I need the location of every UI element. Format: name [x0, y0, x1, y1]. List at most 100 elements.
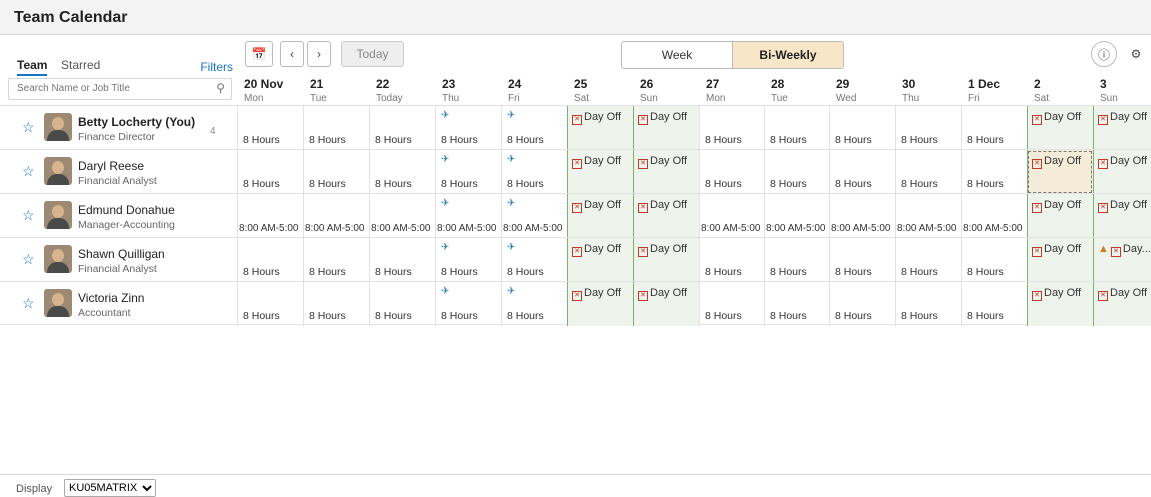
schedule-cell[interactable]: ✕ Day Off	[633, 150, 699, 194]
schedule-cell[interactable]: 8:00 AM-5:00	[369, 194, 435, 238]
schedule-cell[interactable]: ✈ 8 Hours	[501, 282, 567, 326]
schedule-cell[interactable]: ✕ Day Off	[567, 238, 633, 282]
employee-info[interactable]: ☆ Daryl Reese Financial Analyst	[0, 150, 237, 194]
star-icon[interactable]: ☆	[22, 163, 35, 180]
schedule-cell[interactable]: ✈ 8 Hours	[501, 106, 567, 150]
filters-link[interactable]: Filters	[200, 60, 233, 74]
employee-info[interactable]: ☆ Betty Locherty (You) Finance Director 4	[0, 106, 237, 150]
settings-button[interactable]: ⚙	[1123, 41, 1149, 67]
employee-info[interactable]: ☆ Edmund Donahue Manager-Accounting	[0, 194, 237, 238]
schedule-cell[interactable]: ✈ 8 Hours	[501, 150, 567, 194]
next-button[interactable]: ›	[307, 41, 331, 67]
info-button[interactable]: ⓘ	[1091, 41, 1117, 67]
schedule-cell[interactable]: 8 Hours	[699, 282, 764, 326]
schedule-cell[interactable]: 8 Hours	[369, 150, 435, 194]
schedule-cell[interactable]: ✈ 8:00 AM-5:00	[501, 194, 567, 238]
schedule-cell[interactable]: 8 Hours	[303, 238, 369, 282]
week-view-button[interactable]: Week	[622, 42, 733, 68]
schedule-cell[interactable]: 8 Hours	[237, 106, 303, 150]
schedule-cell[interactable]: 8 Hours	[764, 150, 829, 194]
schedule-cell[interactable]: 8 Hours	[961, 150, 1027, 194]
schedule-cell[interactable]: ✕ Day Off	[1027, 106, 1093, 150]
schedule-cell[interactable]: ✕ Day Off	[1093, 150, 1151, 194]
schedule-cell[interactable]: 8 Hours	[764, 282, 829, 326]
schedule-cell[interactable]: 8:00 AM-5:00	[303, 194, 369, 238]
schedule-cell[interactable]: 8 Hours	[895, 282, 961, 326]
schedule-cell[interactable]: 8 Hours	[961, 282, 1027, 326]
schedule-cell[interactable]: 8 Hours	[303, 282, 369, 326]
star-icon[interactable]: ☆	[22, 119, 35, 136]
schedule-cell[interactable]: ✕ Day Off	[1027, 282, 1093, 326]
employee-name[interactable]: Betty Locherty (You)	[78, 115, 195, 129]
schedule-cell[interactable]: 8 Hours	[764, 238, 829, 282]
display-select[interactable]: KU05MATRIX	[64, 479, 156, 497]
schedule-cell[interactable]: 8 Hours	[764, 106, 829, 150]
employee-info[interactable]: ☆ Shawn Quilligan Financial Analyst	[0, 238, 237, 282]
schedule-cell[interactable]: ✕ Day Off	[567, 150, 633, 194]
schedule-cell[interactable]: 8 Hours	[699, 106, 764, 150]
employee-name[interactable]: Victoria Zinn	[78, 291, 144, 305]
schedule-cell[interactable]: 8 Hours	[369, 106, 435, 150]
schedule-cell[interactable]: ✈ 8 Hours	[435, 282, 501, 326]
schedule-cell[interactable]: 8 Hours	[237, 282, 303, 326]
employee-info[interactable]: ☆ Victoria Zinn Accountant	[0, 282, 237, 326]
schedule-cell[interactable]: ✈ 8 Hours	[435, 106, 501, 150]
star-icon[interactable]: ☆	[22, 251, 35, 268]
schedule-cell[interactable]: ✕ Day Off	[1093, 282, 1151, 326]
schedule-cell[interactable]: ✕ Day Off	[1093, 106, 1151, 150]
schedule-cell[interactable]: ✕ Day Off	[1027, 150, 1093, 194]
schedule-cell[interactable]: ✕ Day Off	[567, 194, 633, 238]
schedule-cell[interactable]: 8:00 AM-5:00	[961, 194, 1027, 238]
star-icon[interactable]: ☆	[22, 207, 35, 224]
schedule-cell[interactable]: 8:00 AM-5:00	[699, 194, 764, 238]
schedule-cell[interactable]: 8:00 AM-5:00	[829, 194, 895, 238]
schedule-cell[interactable]: 8 Hours	[829, 106, 895, 150]
employee-name[interactable]: Edmund Donahue	[78, 203, 175, 217]
schedule-cell[interactable]: ✈ 8:00 AM-5:00	[435, 194, 501, 238]
schedule-cell[interactable]: 8 Hours	[369, 282, 435, 326]
schedule-cell[interactable]: 8 Hours	[829, 238, 895, 282]
schedule-cell[interactable]: ✕ Day Off	[567, 282, 633, 326]
schedule-cell[interactable]: 8 Hours	[895, 106, 961, 150]
schedule-cell[interactable]: ✕ Day Off	[633, 106, 699, 150]
schedule-cell[interactable]: ✕ Day Off	[1027, 194, 1093, 238]
schedule-cell[interactable]: 8 Hours	[237, 238, 303, 282]
schedule-cell[interactable]: 8 Hours	[699, 150, 764, 194]
employee-name[interactable]: Daryl Reese	[78, 159, 144, 173]
schedule-cell[interactable]: 8:00 AM-5:00	[895, 194, 961, 238]
schedule-cell[interactable]: ✕ Day Off	[633, 194, 699, 238]
schedule-cell[interactable]: ✈ 8 Hours	[435, 150, 501, 194]
schedule-cell[interactable]: 8 Hours	[829, 282, 895, 326]
schedule-cell[interactable]: ▲ ✕ Day...	[1093, 238, 1151, 282]
schedule-cell[interactable]: 8 Hours	[961, 238, 1027, 282]
schedule-cell[interactable]: 8 Hours	[369, 238, 435, 282]
previous-button[interactable]: ‹	[280, 41, 304, 67]
schedule-cell[interactable]: ✕ Day Off	[1027, 238, 1093, 282]
schedule-cell[interactable]: ✕ Day Off	[1093, 194, 1151, 238]
schedule-cell[interactable]: 8:00 AM-5:00	[764, 194, 829, 238]
schedule-cell[interactable]: ✕ Day Off	[633, 282, 699, 326]
schedule-cell[interactable]: ✕ Day Off	[633, 238, 699, 282]
hours-label: 8 Hours	[901, 266, 938, 278]
schedule-cell[interactable]: 8 Hours	[303, 106, 369, 150]
schedule-cell[interactable]: 8 Hours	[895, 150, 961, 194]
tab-team[interactable]: Team	[17, 58, 48, 76]
tab-starred[interactable]: Starred	[61, 58, 100, 72]
schedule-cell[interactable]: 8 Hours	[237, 150, 303, 194]
search-icon[interactable]: ⚲	[216, 81, 225, 95]
schedule-cell[interactable]: ✕ Day Off	[567, 106, 633, 150]
biweekly-view-button[interactable]: Bi-Weekly	[733, 42, 843, 68]
calendar-picker-button[interactable]: 📅	[245, 41, 273, 67]
star-icon[interactable]: ☆	[22, 295, 35, 312]
schedule-cell[interactable]: 8 Hours	[303, 150, 369, 194]
schedule-cell[interactable]: 8 Hours	[961, 106, 1027, 150]
schedule-cell[interactable]: 8 Hours	[829, 150, 895, 194]
schedule-cell[interactable]: 8:00 AM-5:00	[237, 194, 303, 238]
schedule-cell[interactable]: ✈ 8 Hours	[435, 238, 501, 282]
employee-name[interactable]: Shawn Quilligan	[78, 247, 165, 261]
schedule-cell[interactable]: ✈ 8 Hours	[501, 238, 567, 282]
schedule-cell[interactable]: 8 Hours	[895, 238, 961, 282]
today-button[interactable]: Today	[341, 41, 404, 67]
schedule-cell[interactable]: 8 Hours	[699, 238, 764, 282]
search-input[interactable]	[15, 82, 211, 95]
